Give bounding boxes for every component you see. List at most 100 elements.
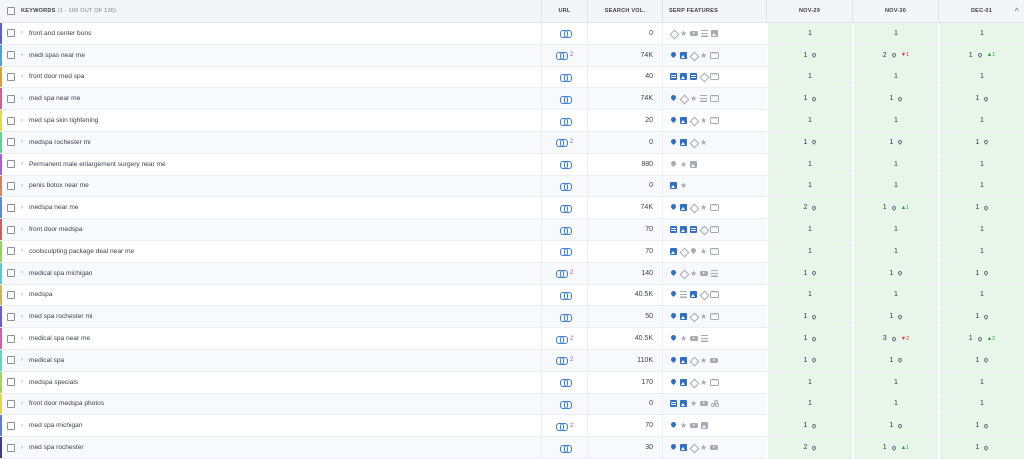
link-icon[interactable] — [555, 357, 568, 366]
pin-icon[interactable] — [670, 95, 677, 102]
rank-cell[interactable]: 1 — [938, 175, 1024, 197]
rank-cell[interactable]: 1 ▲2 — [938, 328, 1024, 349]
expand-chevron-icon[interactable]: › — [21, 401, 23, 407]
image-icon[interactable] — [680, 226, 687, 234]
row-checkbox[interactable] — [7, 138, 15, 147]
image-icon[interactable] — [680, 51, 687, 59]
more-icon[interactable]: ··· — [710, 312, 719, 321]
rank-cell[interactable]: 1 — [852, 175, 938, 197]
rank-cell[interactable]: 1 — [766, 23, 852, 44]
list-icon[interactable] — [711, 269, 718, 277]
link-icon[interactable] — [559, 73, 572, 82]
pin-icon[interactable] — [670, 335, 677, 342]
list-icon[interactable] — [700, 95, 707, 103]
knowledge-panel-icon[interactable] — [690, 444, 697, 451]
image-icon[interactable] — [701, 422, 708, 430]
video-icon[interactable] — [700, 401, 708, 407]
more-icon[interactable]: ··· — [710, 378, 719, 386]
row-checkbox[interactable] — [7, 116, 15, 125]
list-icon[interactable] — [701, 29, 708, 37]
search-vol-column-header[interactable]: SEARCH VOL. — [587, 0, 662, 22]
expand-chevron-icon[interactable]: › — [21, 379, 23, 385]
link-icon[interactable] — [555, 270, 568, 279]
pin-icon[interactable] — [690, 248, 697, 255]
expand-chevron-icon[interactable]: › — [21, 205, 23, 211]
table-row[interactable]: › medspa near me 74K ★ ··· 2 1 ▲1 1 — [0, 197, 1024, 220]
star-icon[interactable]: ★ — [700, 138, 707, 146]
link-icon[interactable] — [555, 422, 568, 431]
link-icon[interactable] — [559, 313, 572, 322]
keyword-text[interactable]: medspa specials — [29, 379, 78, 386]
table-icon[interactable] — [670, 226, 677, 234]
date-column-header-2[interactable]: NOV-30 — [852, 0, 938, 22]
rank-cell[interactable]: 1 — [938, 23, 1024, 44]
rank-cell[interactable]: 1 ▲1 — [852, 437, 938, 458]
url-count[interactable]: 2 — [570, 52, 573, 58]
expand-chevron-icon[interactable]: › — [21, 248, 23, 254]
table-row[interactable]: › medi spas near me 2 74K ★ ··· 1 2 ▼1 1 ▲1 — [0, 44, 1024, 67]
pin-icon[interactable] — [670, 204, 677, 211]
rank-cell[interactable]: 1 — [852, 415, 938, 437]
rank-cell[interactable]: 1 — [766, 262, 852, 284]
rank-cell[interactable]: 1 — [938, 306, 1024, 328]
table-row[interactable]: › Permanent male enlargement surgery near… — [0, 153, 1024, 176]
image-icon[interactable] — [680, 378, 687, 386]
date-column-header-3[interactable]: DEC-01 ^ — [938, 0, 1024, 22]
rank-cell[interactable]: 1 — [766, 44, 852, 66]
rank-cell[interactable]: 1 — [938, 219, 1024, 240]
knowledge-panel-icon[interactable] — [690, 139, 697, 146]
rank-cell[interactable]: 1 — [852, 240, 938, 262]
url-count[interactable]: 2 — [570, 423, 573, 429]
table-icon[interactable] — [690, 73, 697, 81]
table-row[interactable]: › med spa near me 74K ★ ··· 1 1 1 — [0, 88, 1024, 111]
expand-chevron-icon[interactable]: › — [21, 357, 23, 363]
table-row[interactable]: › medspa 40.5K ··· 1 1 1 — [0, 284, 1024, 307]
rank-cell[interactable]: 1 — [938, 110, 1024, 131]
rank-cell[interactable]: 1 — [852, 153, 938, 175]
keyword-text[interactable]: medical spa near me — [29, 335, 90, 342]
row-checkbox[interactable] — [7, 269, 15, 278]
rank-cell[interactable]: 1 — [852, 306, 938, 328]
link-icon[interactable] — [559, 226, 572, 235]
expand-chevron-icon[interactable]: › — [21, 270, 23, 276]
table-row[interactable]: › med spa rochester 30 ★ 2 1 ▲1 1 — [0, 437, 1024, 459]
rank-cell[interactable]: 1 — [938, 66, 1024, 88]
rank-cell[interactable]: 1 — [766, 240, 852, 262]
expand-chevron-icon[interactable]: › — [21, 118, 23, 124]
table-row[interactable]: › medspa specials 170 ★ ··· 1 1 1 — [0, 371, 1024, 394]
star-icon[interactable]: ★ — [700, 247, 707, 255]
expand-chevron-icon[interactable]: › — [21, 96, 23, 102]
row-checkbox[interactable] — [7, 247, 15, 256]
knowledge-panel-icon[interactable] — [680, 95, 687, 102]
rank-cell[interactable]: 1 — [766, 284, 852, 306]
row-checkbox[interactable] — [7, 72, 15, 81]
expand-chevron-icon[interactable]: › — [21, 336, 23, 342]
link-icon[interactable] — [559, 291, 572, 300]
rank-cell[interactable]: 1 — [938, 131, 1024, 153]
video-icon[interactable] — [710, 357, 718, 363]
row-checkbox[interactable] — [7, 443, 15, 452]
date-column-header-1[interactable]: NOV-29 — [766, 0, 852, 22]
serp-features-column-header[interactable]: SERP FEATURES — [662, 0, 766, 22]
list-icon[interactable] — [680, 291, 687, 299]
rank-cell[interactable]: 1 — [938, 349, 1024, 371]
table-row[interactable]: › front door medspa 70 ··· 1 1 1 — [0, 219, 1024, 241]
star-icon[interactable]: ★ — [700, 313, 707, 321]
rank-cell[interactable]: 1 — [852, 66, 938, 88]
link-icon[interactable] — [559, 182, 572, 191]
pin-icon[interactable] — [670, 379, 677, 386]
link-icon[interactable] — [555, 139, 568, 148]
rank-cell[interactable]: 1 — [766, 371, 852, 393]
link-icon[interactable] — [559, 379, 572, 388]
table-row[interactable]: › med spa rochester mi 50 ★ ··· 1 1 1 — [0, 306, 1024, 329]
keyword-text[interactable]: coolsculpting package deal near me — [29, 248, 134, 255]
image-icon[interactable] — [680, 204, 687, 212]
rank-cell[interactable]: 1 — [852, 131, 938, 153]
rank-cell[interactable]: 1 — [938, 197, 1024, 219]
pin-icon[interactable] — [670, 52, 677, 59]
expand-chevron-icon[interactable]: › — [21, 445, 23, 451]
rank-cell[interactable]: 1 — [766, 328, 852, 349]
image-icon[interactable] — [670, 247, 677, 255]
table-row[interactable]: › medical spa michigan 2 140 ★ 1 1 1 — [0, 262, 1024, 285]
image-icon[interactable] — [680, 400, 687, 408]
